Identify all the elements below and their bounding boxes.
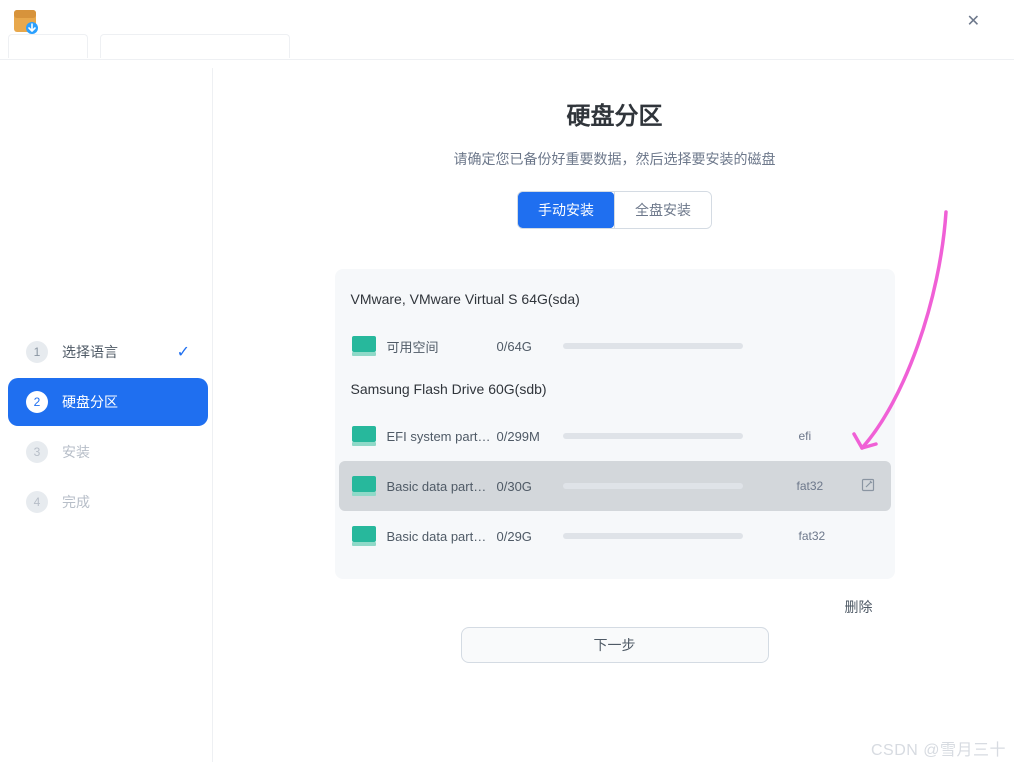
partition-name: Basic data part… bbox=[387, 479, 497, 494]
installer-app-icon bbox=[12, 8, 38, 34]
partition-size: 0/30G bbox=[497, 479, 563, 494]
filesystem-type: fat32 bbox=[797, 479, 857, 493]
tab-placeholder bbox=[100, 34, 290, 58]
delete-button[interactable]: 删除 bbox=[845, 597, 873, 617]
partition-name: EFI system part… bbox=[387, 429, 497, 444]
partition-size: 0/64G bbox=[497, 339, 563, 354]
step-select-language[interactable]: 1 选择语言 ✓ bbox=[8, 328, 208, 376]
disk-panel: VMware, VMware Virtual S 64G(sda) 可用空间 0… bbox=[335, 269, 895, 579]
step-label: 选择语言 bbox=[62, 342, 177, 362]
filesystem-type: efi bbox=[799, 429, 859, 443]
usage-bar bbox=[563, 533, 743, 539]
step-label: 完成 bbox=[62, 492, 190, 512]
usage-bar bbox=[563, 483, 743, 489]
partition-row[interactable]: EFI system part… 0/299M efi bbox=[339, 411, 891, 461]
step-number: 1 bbox=[26, 341, 48, 363]
step-number: 3 bbox=[26, 441, 48, 463]
partition-row[interactable]: Basic data part… 0/30G fat32 bbox=[339, 461, 891, 511]
usage-bar bbox=[563, 343, 743, 349]
step-finish: 4 完成 bbox=[8, 478, 208, 526]
partition-name: Basic data part… bbox=[387, 529, 497, 544]
main-content: 硬盘分区 请确定您已备份好重要数据，然后选择要安装的磁盘 手动安装 全盘安装 V… bbox=[223, 68, 1006, 762]
disk-icon bbox=[351, 475, 377, 497]
step-number: 2 bbox=[26, 391, 48, 413]
partition-name: 可用空间 bbox=[387, 337, 497, 356]
step-label: 安装 bbox=[62, 442, 190, 462]
window-tabs bbox=[0, 42, 1014, 60]
disk-header: VMware, VMware Virtual S 64G(sda) bbox=[335, 281, 895, 321]
mode-manual-install[interactable]: 手动安装 bbox=[518, 192, 614, 228]
vertical-divider bbox=[212, 68, 213, 762]
disk-icon bbox=[351, 335, 377, 357]
step-label: 硬盘分区 bbox=[62, 392, 190, 412]
usage-bar bbox=[563, 433, 743, 439]
filesystem-type: fat32 bbox=[799, 529, 859, 543]
install-mode-toggle: 手动安装 全盘安装 bbox=[517, 191, 712, 229]
check-icon: ✓ bbox=[177, 342, 190, 362]
step-disk-partition[interactable]: 2 硬盘分区 bbox=[8, 378, 208, 426]
disk-icon bbox=[351, 425, 377, 447]
partition-row[interactable]: Basic data part… 0/29G fat32 bbox=[339, 511, 891, 561]
edit-icon[interactable] bbox=[857, 474, 879, 499]
mode-full-disk-install[interactable]: 全盘安装 bbox=[614, 192, 711, 228]
partition-row[interactable]: 可用空间 0/64G bbox=[339, 321, 891, 371]
partition-size: 0/29G bbox=[497, 529, 563, 544]
disk-icon bbox=[351, 525, 377, 547]
step-number: 4 bbox=[26, 491, 48, 513]
page-subtitle: 请确定您已备份好重要数据，然后选择要安装的磁盘 bbox=[454, 149, 776, 169]
steps-sidebar: 1 选择语言 ✓ 2 硬盘分区 3 安装 4 完成 bbox=[8, 68, 208, 762]
page-title: 硬盘分区 bbox=[567, 96, 663, 131]
step-install: 3 安装 bbox=[8, 428, 208, 476]
close-icon[interactable]: ✕ bbox=[961, 7, 986, 35]
next-button[interactable]: 下一步 bbox=[461, 627, 769, 663]
tab-placeholder bbox=[8, 34, 88, 58]
partition-size: 0/299M bbox=[497, 429, 563, 444]
disk-header: Samsung Flash Drive 60G(sdb) bbox=[335, 371, 895, 411]
actions-row: 删除 bbox=[335, 579, 895, 623]
